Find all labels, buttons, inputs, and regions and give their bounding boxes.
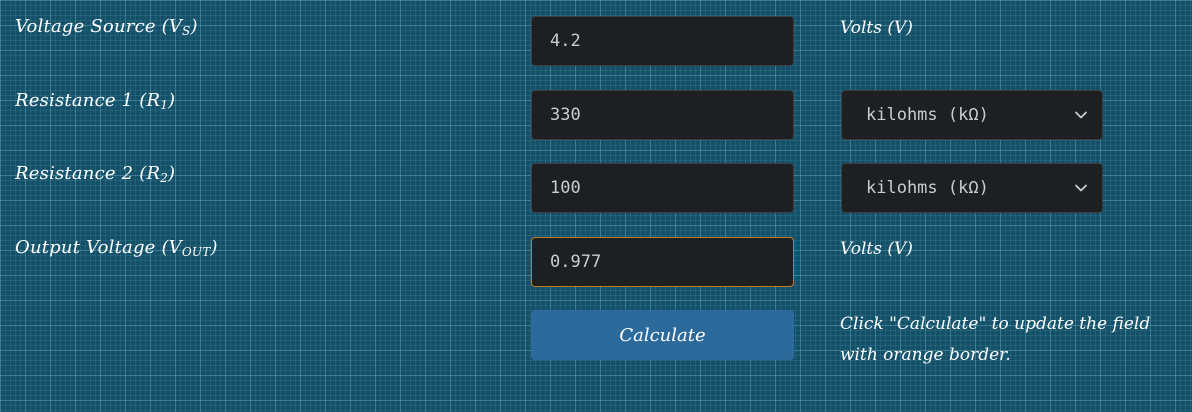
output-voltage-value: 0.977 — [550, 252, 602, 272]
voltage-source-value: 4.2 — [550, 31, 581, 51]
calculate-button-label: Calculate — [619, 324, 706, 346]
resistance1-input[interactable]: 330 — [531, 90, 794, 140]
resistance1-unit-selected: kilohms (kΩ) — [866, 105, 989, 125]
chevron-down-icon — [1075, 111, 1087, 119]
output-voltage-label: Output Voltage (VOUT) — [15, 237, 218, 259]
voltage-source-input[interactable]: 4.2 — [531, 16, 794, 66]
resistance1-unit-select[interactable]: kilohms (kΩ) — [841, 90, 1103, 140]
resistance1-value: 330 — [550, 105, 581, 125]
resistance1-label: Resistance 1 (R1) — [15, 90, 176, 112]
output-voltage-unit: Volts (V) — [840, 239, 913, 259]
output-voltage-input[interactable]: 0.977 — [531, 237, 794, 287]
resistance2-value: 100 — [550, 178, 581, 198]
resistance2-input[interactable]: 100 — [531, 163, 794, 213]
resistance2-unit-select[interactable]: kilohms (kΩ) — [841, 163, 1103, 213]
voltage-source-label: Voltage Source (VS) — [15, 16, 198, 38]
calculate-button[interactable]: Calculate — [531, 310, 794, 360]
calculate-hint: Click "Calculate" to update the field wi… — [840, 314, 1151, 365]
resistance2-label: Resistance 2 (R2) — [15, 163, 176, 185]
chevron-down-icon — [1075, 184, 1087, 192]
resistance2-unit-selected: kilohms (kΩ) — [866, 178, 989, 198]
voltage-source-unit: Volts (V) — [840, 18, 913, 38]
